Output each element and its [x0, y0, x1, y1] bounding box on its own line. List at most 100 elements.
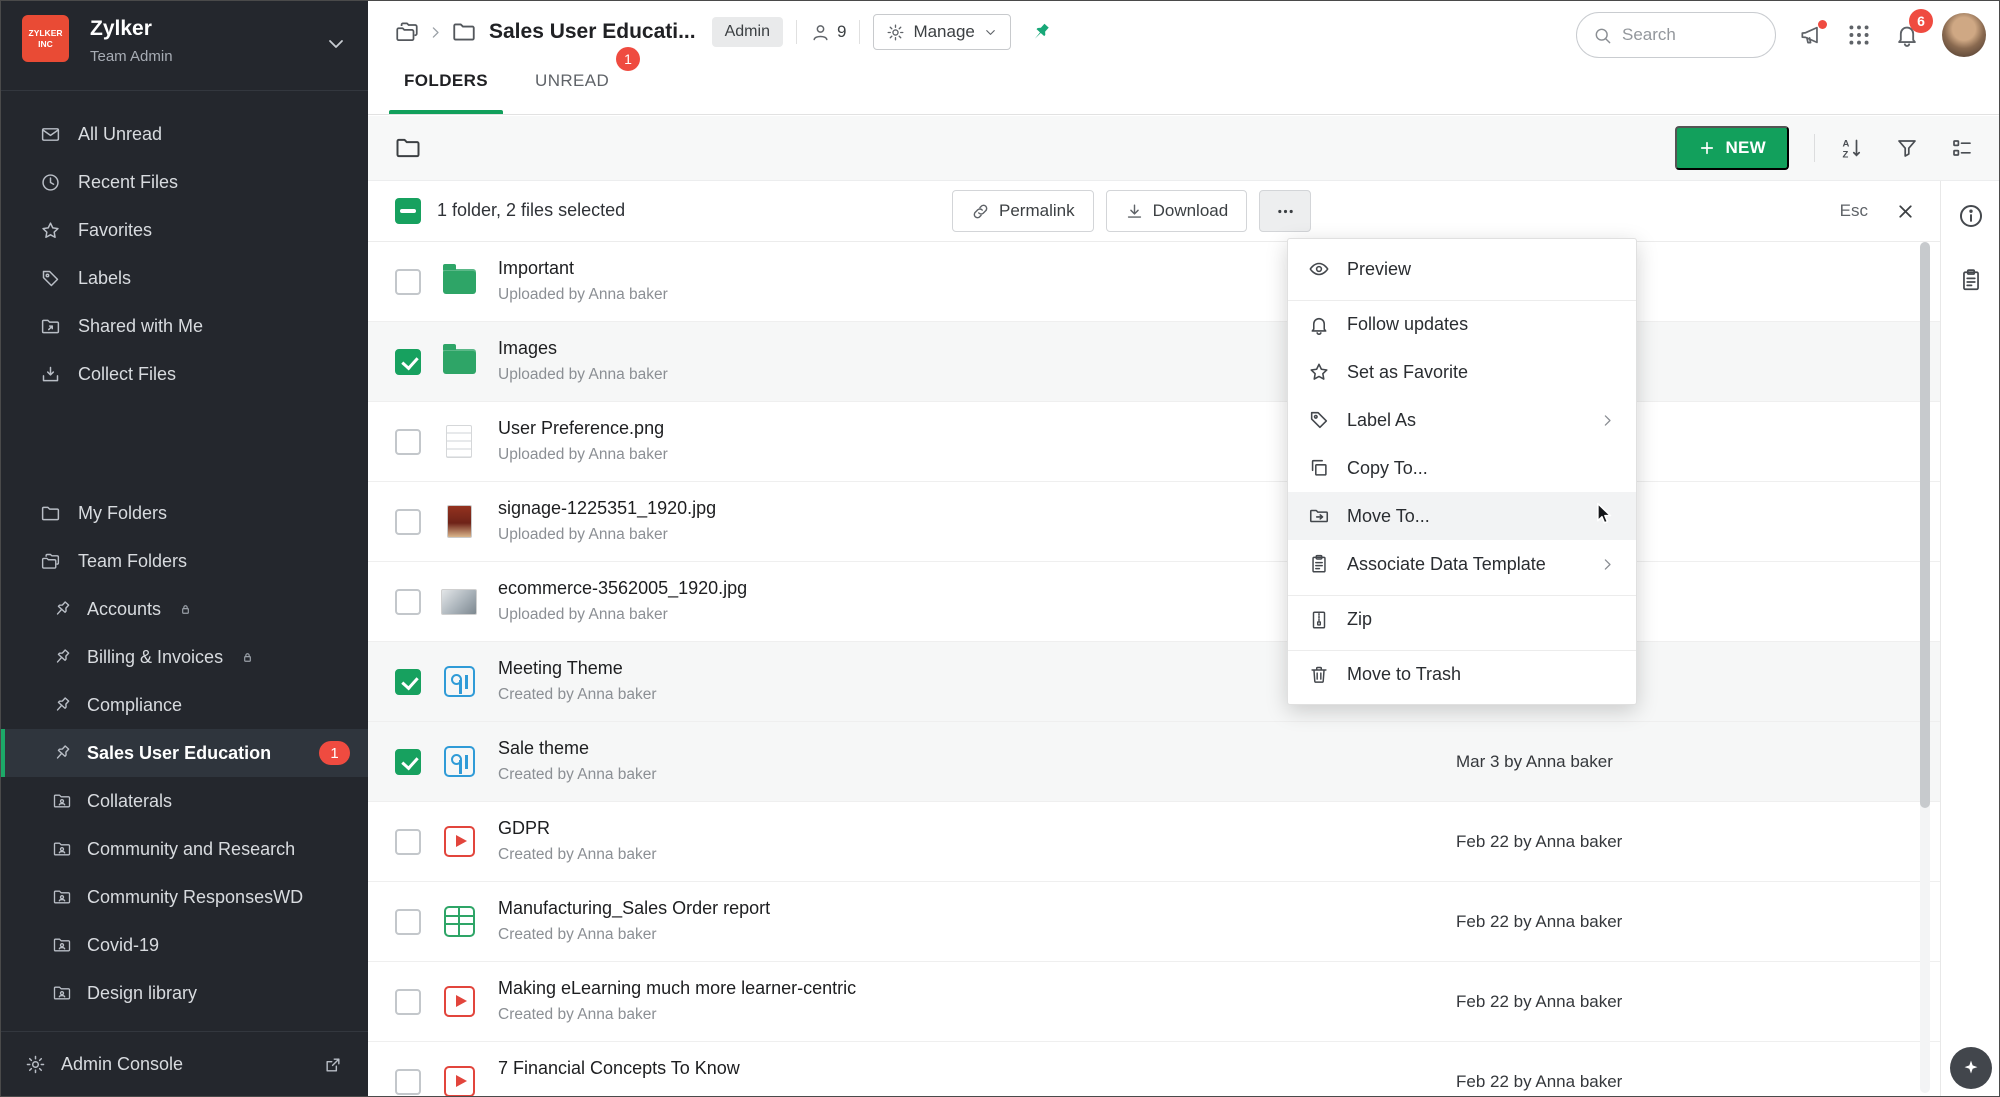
- row-checkbox[interactable]: [395, 909, 421, 935]
- announcements-button[interactable]: [1798, 22, 1824, 48]
- file-row[interactable]: signage-1225351_1920.jpg Uploaded by Ann…: [368, 482, 1940, 562]
- sidebar-team-folder-item[interactable]: Sales User Education 1: [0, 729, 368, 777]
- tab-folders[interactable]: FOLDERS: [404, 62, 488, 114]
- row-checkbox[interactable]: [395, 429, 421, 455]
- file-meta: Uploaded by Anna baker: [498, 446, 668, 464]
- file-info: Manufacturing_Sales Order report Created…: [498, 898, 770, 944]
- context-menu-item[interactable]: Associate Data Template: [1288, 540, 1636, 588]
- current-folder-icon[interactable]: [451, 19, 477, 45]
- context-menu-item[interactable]: Copy To...: [1288, 444, 1636, 492]
- sidebar-team-folder-item[interactable]: Accounts: [0, 585, 368, 633]
- file-meta: Uploaded by Anna baker: [498, 526, 716, 544]
- scrollbar-thumb[interactable]: [1920, 242, 1930, 808]
- team-folders-root-icon[interactable]: [394, 19, 420, 45]
- row-checkbox[interactable]: [395, 349, 421, 375]
- sort-az-icon[interactable]: [1840, 136, 1864, 160]
- sidebar-item-recent-files[interactable]: Recent Files: [0, 158, 368, 206]
- manage-button[interactable]: Manage: [873, 14, 1010, 50]
- chevron-down-icon[interactable]: [324, 32, 348, 56]
- plus-icon: [1698, 139, 1716, 157]
- notifications-button[interactable]: 6: [1894, 22, 1920, 48]
- file-row[interactable]: 7 Financial Concepts To Know Feb 22 by A…: [368, 1042, 1940, 1097]
- star-icon: [40, 220, 61, 241]
- selection-actions: Permalink Download: [952, 190, 1311, 232]
- team-switcher[interactable]: ZYLKER INC Zylker Team Admin: [0, 0, 368, 91]
- context-menu-item[interactable]: Zip: [1288, 595, 1636, 643]
- search-box[interactable]: [1576, 12, 1776, 58]
- zylker-logo: ZYLKER INC: [22, 15, 69, 62]
- apps-button[interactable]: [1846, 22, 1872, 48]
- unread-tab-badge: 1: [616, 47, 640, 71]
- sidebar-item-team-folders[interactable]: Team Folders: [0, 537, 368, 585]
- sidebar-team-folder-item[interactable]: Design library: [0, 969, 368, 1017]
- row-checkbox[interactable]: [395, 669, 421, 695]
- more-actions-button[interactable]: [1259, 190, 1311, 232]
- breadcrumb-chevron-icon: [427, 24, 444, 41]
- select-all-checkbox[interactable]: [395, 198, 421, 224]
- permalink-button[interactable]: Permalink: [952, 190, 1094, 232]
- sidebar-item-label: Collect Files: [78, 364, 176, 385]
- view-switch-icon[interactable]: [1950, 136, 1974, 160]
- filter-icon[interactable]: [1895, 136, 1919, 160]
- data-template-panel-icon[interactable]: [1958, 267, 1984, 293]
- root-folder-icon[interactable]: [394, 134, 422, 162]
- team-folder-label: Community ResponsesWD: [87, 887, 303, 908]
- members-count[interactable]: 9: [810, 22, 846, 43]
- sidebar-team-folder-item[interactable]: Covid-19: [0, 921, 368, 969]
- file-row[interactable]: Manufacturing_Sales Order report Created…: [368, 882, 1940, 962]
- lock-icon: [240, 650, 255, 665]
- sidebar-team-folder-item[interactable]: Billing & Invoices: [0, 633, 368, 681]
- context-menu-item[interactable]: Move To...: [1288, 492, 1636, 540]
- sidebar-item-my-folders[interactable]: My Folders: [0, 489, 368, 537]
- sidebar-item-collect-files[interactable]: Collect Files: [0, 350, 368, 398]
- toolbar: NEW: [368, 116, 2000, 181]
- download-button[interactable]: Download: [1106, 190, 1248, 232]
- row-checkbox[interactable]: [395, 829, 421, 855]
- row-checkbox[interactable]: [395, 269, 421, 295]
- sidebar-team-folder-item[interactable]: Community ResponsesWD: [0, 873, 368, 921]
- file-row[interactable]: User Preference.png Uploaded by Anna bak…: [368, 402, 1940, 482]
- context-menu-item[interactable]: Follow updates: [1288, 300, 1636, 348]
- file-row[interactable]: Making eLearning much more learner-centr…: [368, 962, 1940, 1042]
- external-link-icon[interactable]: [323, 1055, 343, 1075]
- sidebar-item-all-unread[interactable]: All Unread: [0, 110, 368, 158]
- user-avatar[interactable]: [1942, 13, 1986, 57]
- pinned-icon[interactable]: [1024, 16, 1056, 48]
- context-menu-item[interactable]: Preview: [1288, 245, 1636, 293]
- file-row[interactable]: Images Uploaded by Anna baker: [368, 322, 1940, 402]
- sidebar-item-favorites[interactable]: Favorites: [0, 206, 368, 254]
- scrollbar[interactable]: [1920, 242, 1930, 1093]
- context-menu-item[interactable]: Set as Favorite: [1288, 348, 1636, 396]
- close-icon[interactable]: [1895, 201, 1916, 222]
- context-menu-item[interactable]: Label As: [1288, 396, 1636, 444]
- file-row[interactable]: GDPR Created by Anna baker Feb 22 by Ann…: [368, 802, 1940, 882]
- admin-console-link[interactable]: Admin Console: [0, 1031, 368, 1097]
- file-row[interactable]: Sale theme Created by Anna baker Mar 3 b…: [368, 722, 1940, 802]
- context-menu-item[interactable]: Move to Trash: [1288, 650, 1636, 698]
- info-icon[interactable]: [1957, 202, 1985, 230]
- file-type-icon: [440, 423, 478, 461]
- row-checkbox[interactable]: [395, 1069, 421, 1095]
- sidebar-team-folder-item[interactable]: Community and Research: [0, 825, 368, 873]
- row-checkbox[interactable]: [395, 589, 421, 615]
- smart-assist-button[interactable]: [1950, 1047, 1992, 1089]
- sidebar-item-labels[interactable]: Labels: [0, 254, 368, 302]
- file-name: signage-1225351_1920.jpg: [498, 498, 716, 519]
- sidebar-team-folder-item[interactable]: Collaterals: [0, 777, 368, 825]
- search-input[interactable]: [1622, 25, 1752, 45]
- file-row[interactable]: Meeting Theme Created by Anna baker: [368, 642, 1940, 722]
- row-checkbox[interactable]: [395, 509, 421, 535]
- file-date: Feb 22 by Anna baker: [1456, 992, 1622, 1012]
- row-checkbox[interactable]: [395, 749, 421, 775]
- sidebar-team-folder-item[interactable]: Compliance: [0, 681, 368, 729]
- file-row[interactable]: ecommerce-3562005_1920.jpg Uploaded by A…: [368, 562, 1940, 642]
- unread-count-badge: 1: [319, 741, 350, 765]
- download-label: Download: [1153, 201, 1229, 221]
- new-button[interactable]: NEW: [1675, 126, 1789, 170]
- row-checkbox[interactable]: [395, 989, 421, 1015]
- unread-icon: [40, 124, 61, 145]
- file-row[interactable]: Important Uploaded by Anna baker: [368, 242, 1940, 322]
- file-type-icon: [440, 663, 478, 701]
- sidebar-item-shared-with-me[interactable]: Shared with Me: [0, 302, 368, 350]
- tab-unread[interactable]: UNREAD1: [535, 62, 609, 114]
